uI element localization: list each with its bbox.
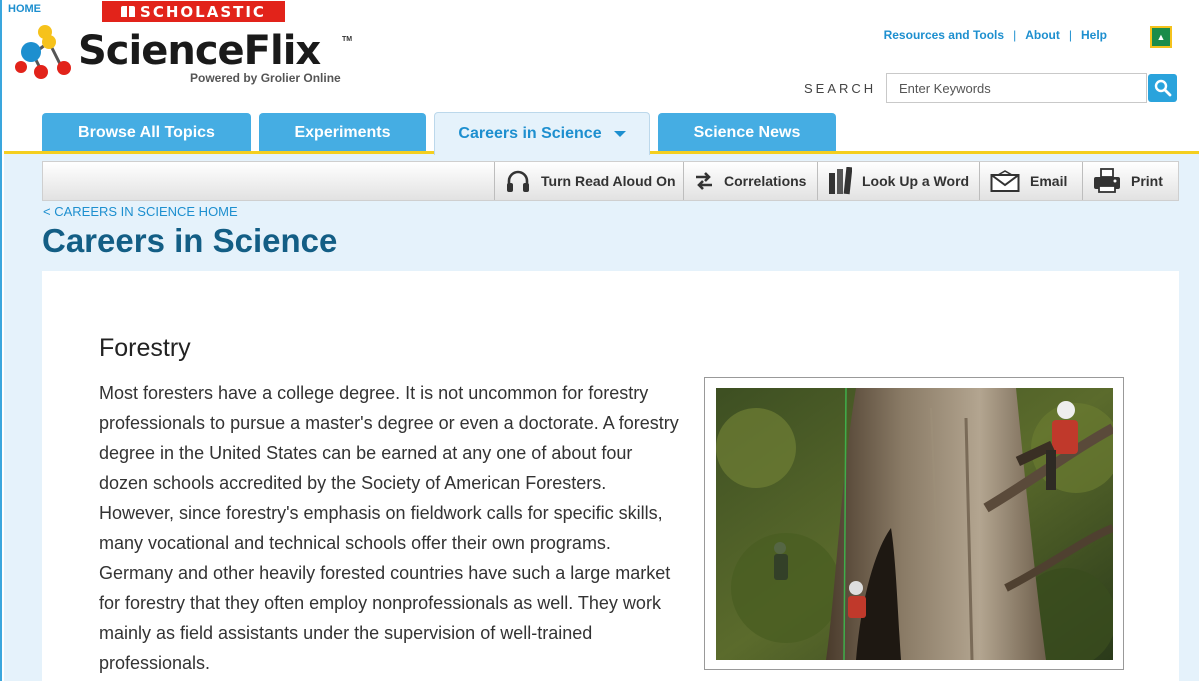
look-up-word-button[interactable]: Look Up a Word [817, 162, 979, 200]
logo-wordmark: ScienceFlix [78, 28, 321, 74]
envelope-icon [990, 170, 1020, 192]
scholastic-badge[interactable]: SCHOLASTIC [102, 1, 285, 22]
resources-and-tools-link[interactable]: Resources and Tools [884, 28, 1004, 42]
tab-label: Science News [693, 124, 801, 141]
left-edge-rule [0, 0, 2, 681]
utility-nav: Resources and Tools | About | Help [884, 28, 1107, 42]
correlations-button[interactable]: Correlations [683, 162, 817, 200]
search-input[interactable] [886, 73, 1147, 103]
tool-label: Turn Read Aloud On [541, 173, 676, 189]
page-title: Careers in Science [42, 222, 338, 259]
tool-label: Print [1131, 173, 1163, 189]
swap-arrows-icon [696, 172, 712, 190]
article-body: Most foresters have a college degree. It… [99, 383, 679, 673]
page-toolbar: Turn Read Aloud On Correlations Look Up … [42, 161, 1179, 201]
nav-separator: | [1068, 28, 1072, 42]
tab-experiments[interactable]: Experiments [259, 113, 426, 153]
breadcrumb-careers-home[interactable]: < CAREERS IN SCIENCE HOME [43, 204, 238, 219]
tool-label: Email [1030, 173, 1068, 189]
molecule-icon [15, 25, 71, 79]
classroom-share-icon[interactable]: ▲ [1150, 26, 1172, 48]
tab-browse-all-topics[interactable]: Browse All Topics [42, 113, 251, 153]
article-heading: Forestry [99, 334, 191, 362]
home-link[interactable]: HOME [8, 3, 41, 15]
printer-icon [1094, 168, 1120, 193]
tool-label: Correlations [724, 173, 807, 189]
scholastic-label: SCHOLASTIC [140, 2, 266, 21]
open-book-icon [121, 6, 136, 17]
read-aloud-button[interactable]: Turn Read Aloud On [494, 162, 683, 200]
headphones-icon [507, 170, 529, 192]
about-link[interactable]: About [1025, 28, 1060, 42]
tool-label: Look Up a Word [862, 173, 970, 189]
search-label: SEARCH [804, 81, 877, 96]
tab-careers-in-science[interactable]: Careers in Science [434, 112, 650, 155]
forestry-photo [716, 388, 1113, 660]
print-button[interactable]: Print [1082, 162, 1178, 200]
search-button[interactable] [1148, 74, 1177, 102]
tab-label: Browse All Topics [78, 124, 215, 141]
logo-trademark: TM [342, 36, 353, 43]
email-button[interactable]: Email [979, 162, 1082, 200]
article-figure[interactable] [704, 377, 1124, 670]
magnifier-icon [1154, 79, 1171, 97]
books-icon [829, 167, 852, 195]
help-link[interactable]: Help [1081, 28, 1107, 42]
caret-down-icon [613, 131, 626, 137]
tab-science-news[interactable]: Science News [658, 113, 836, 153]
nav-separator: | [1013, 28, 1017, 42]
tab-label: Experiments [294, 124, 391, 141]
tab-label: Careers in Science [458, 125, 602, 142]
scienceflix-logo[interactable]: ScienceFlix TM Powered by Grolier Online [14, 24, 359, 90]
logo-tagline: Powered by Grolier Online [190, 71, 341, 85]
